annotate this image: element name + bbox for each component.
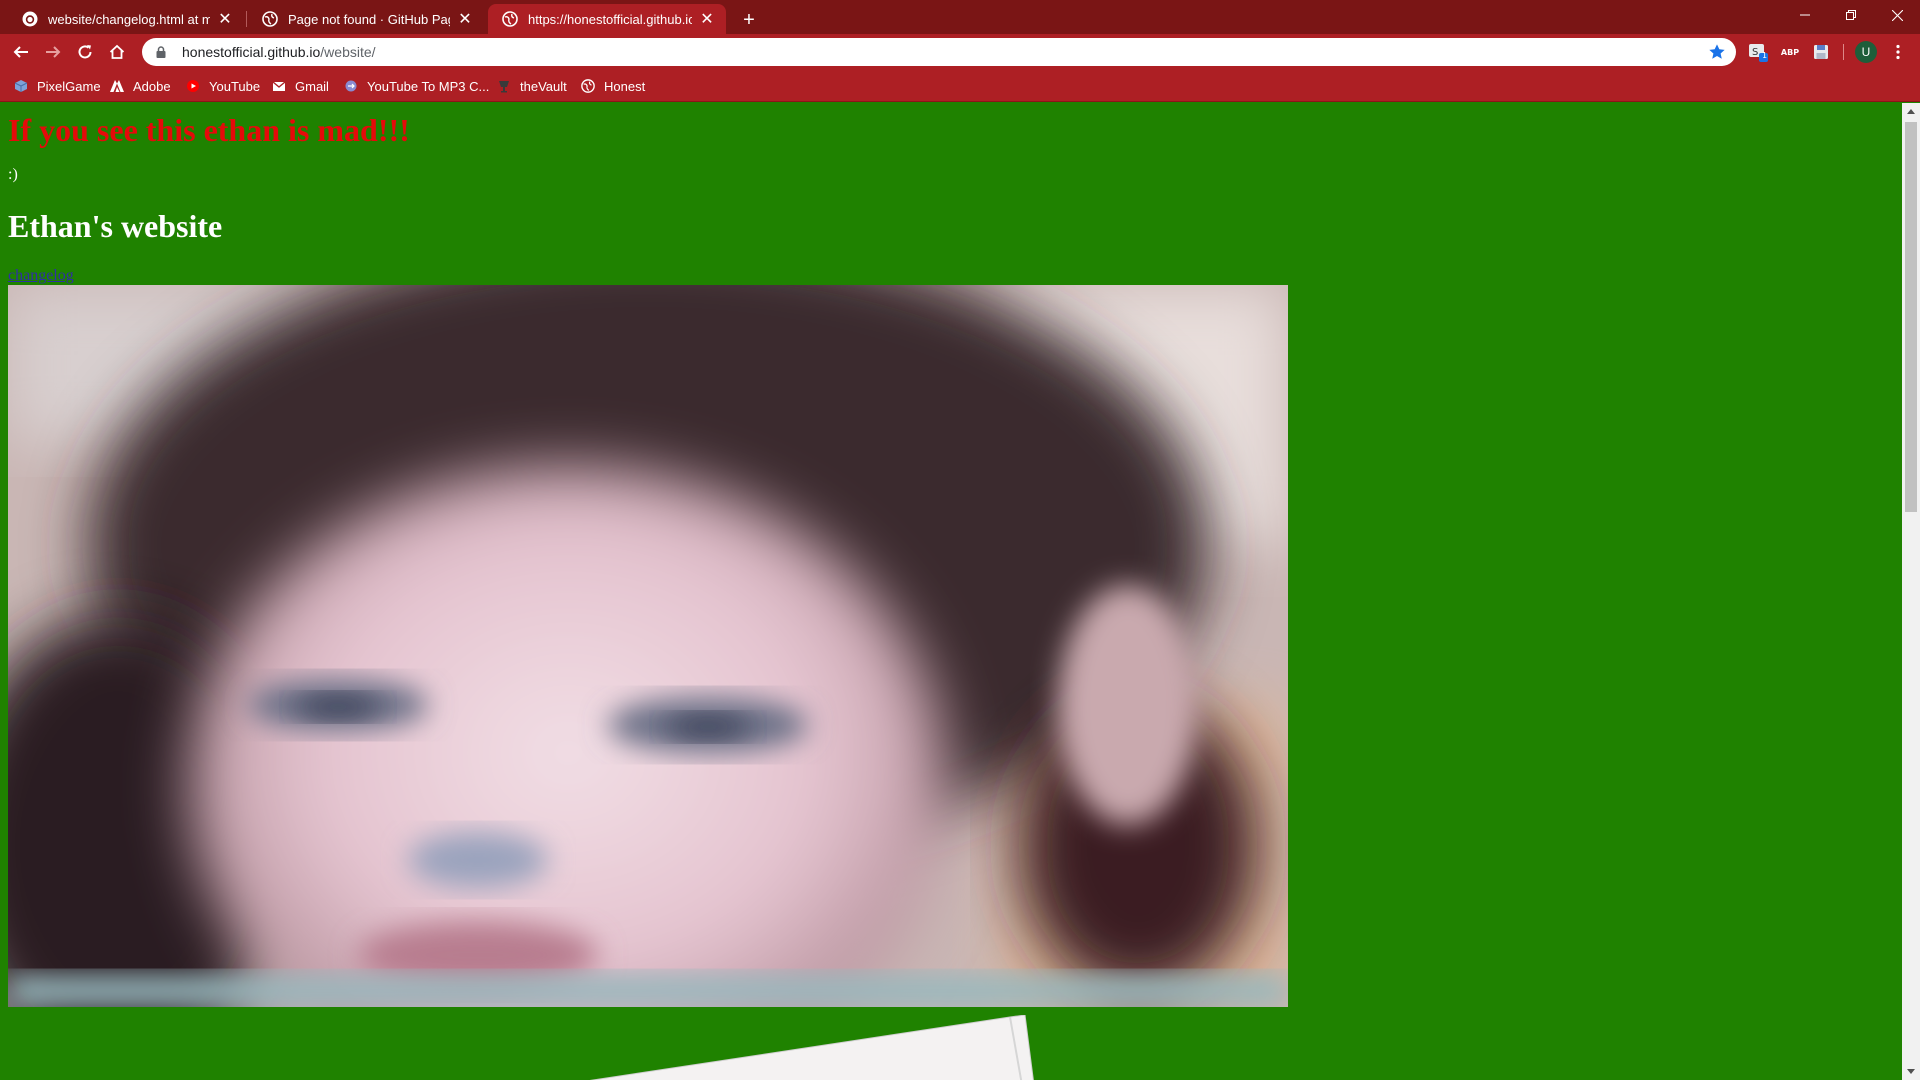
adblock-extension-button[interactable]: ABP xyxy=(1780,42,1800,62)
globe-icon xyxy=(262,11,278,27)
svg-text:S: S xyxy=(1752,47,1758,58)
caret-up-icon xyxy=(1907,109,1915,114)
bookmark-label: YouTube To MP3 C... xyxy=(367,78,490,94)
bookmark-label: Adobe xyxy=(133,78,171,94)
url-path: /website/ xyxy=(320,44,376,60)
bookmark-gmail[interactable]: Gmail xyxy=(272,77,329,95)
back-button[interactable] xyxy=(6,37,36,67)
home-icon xyxy=(109,44,125,59)
smiley-text: :) xyxy=(8,166,18,183)
globe-icon xyxy=(581,79,595,93)
bookmarks-bar: PixelGame Adobe YouTube Gmail YouTube To… xyxy=(0,70,1920,102)
close-icon[interactable]: ✕ xyxy=(216,10,234,28)
bookmark-youtube-to-mp3[interactable]: YouTube To MP3 C... xyxy=(344,77,489,95)
tab-honest-website[interactable]: https://honestofficial.github.io/w ✕ xyxy=(488,4,726,34)
github-icon xyxy=(22,11,38,27)
portrait-photo xyxy=(8,285,1288,1007)
bookmark-pixelgame[interactable]: PixelGame xyxy=(14,77,101,95)
bookmark-label: theVault xyxy=(520,78,567,94)
page-scrollbar[interactable] xyxy=(1902,103,1920,1080)
close-icon[interactable]: ✕ xyxy=(456,10,474,28)
minimize-icon xyxy=(1800,14,1810,16)
bookmark-label: PixelGame xyxy=(37,78,101,94)
gmail-icon xyxy=(272,79,286,93)
bookmark-label: Honest xyxy=(604,78,646,94)
bookmark-thevault[interactable]: theVault xyxy=(497,77,567,95)
tab-strip: website/changelog.html at maste ✕ Page n… xyxy=(0,0,1920,34)
youtube-icon xyxy=(186,79,200,93)
toolbar-divider xyxy=(1843,44,1844,60)
adobe-icon xyxy=(110,79,124,93)
scroll-thumb[interactable] xyxy=(1905,122,1917,512)
caret-down-icon xyxy=(1907,1069,1915,1074)
close-icon xyxy=(1891,9,1903,21)
extension-sync-icon[interactable]: S 1 xyxy=(1748,42,1768,62)
alert-heading: If you see this ethan is mad!!! xyxy=(8,112,410,148)
reload-icon xyxy=(78,45,92,59)
bookmark-adobe[interactable]: Adobe xyxy=(110,77,171,95)
adblock-icon: ABP xyxy=(1780,47,1800,57)
url-text: honestofficial.github.io/website/ xyxy=(182,44,376,60)
tab-page-not-found[interactable]: Page not found · GitHub Pages ✕ xyxy=(248,4,484,34)
profile-avatar[interactable]: U xyxy=(1855,41,1877,63)
scroll-up-button[interactable] xyxy=(1902,103,1920,120)
tab-title: https://honestofficial.github.io/w xyxy=(528,11,692,27)
paper-image xyxy=(560,1014,1040,1080)
vault-icon xyxy=(497,79,511,93)
bookmark-label: Gmail xyxy=(295,78,329,94)
close-window-button[interactable] xyxy=(1874,0,1920,30)
minimize-button[interactable] xyxy=(1782,0,1828,30)
bookmark-honest[interactable]: Honest xyxy=(581,77,645,95)
new-tab-button[interactable]: + xyxy=(735,6,763,34)
globe-icon xyxy=(502,11,518,27)
tab-title: website/changelog.html at maste xyxy=(48,11,210,27)
bookmark-youtube[interactable]: YouTube xyxy=(186,77,260,95)
browser-toolbar: honestofficial.github.io/website/ S 1 AB… xyxy=(0,34,1920,70)
address-bar[interactable]: honestofficial.github.io/website/ xyxy=(142,38,1736,66)
tab-separator xyxy=(246,11,247,27)
more-vertical-icon xyxy=(1896,44,1900,60)
arrow-left-icon xyxy=(13,46,28,58)
restore-icon xyxy=(1846,10,1856,20)
home-button[interactable] xyxy=(102,37,132,67)
forward-button[interactable] xyxy=(38,37,68,67)
arrow-right-icon xyxy=(46,46,61,58)
cube-icon xyxy=(14,79,28,93)
converter-icon xyxy=(344,79,358,93)
reload-button[interactable] xyxy=(70,37,100,67)
save-extension-icon[interactable] xyxy=(1811,42,1831,62)
scroll-down-button[interactable] xyxy=(1902,1063,1920,1080)
page-content: If you see this ethan is mad!!! :) Ethan… xyxy=(0,103,1902,1080)
bookmark-label: YouTube xyxy=(209,78,261,94)
changelog-link[interactable]: changelog xyxy=(8,267,74,285)
site-title: Ethan's website xyxy=(8,208,223,244)
lock-icon xyxy=(154,45,168,59)
tab-title: Page not found · GitHub Pages xyxy=(288,11,450,27)
close-icon[interactable]: ✕ xyxy=(698,10,716,28)
menu-button[interactable] xyxy=(1888,42,1908,62)
restore-button[interactable] xyxy=(1828,0,1874,30)
url-host: honestofficial.github.io xyxy=(182,44,321,60)
tab-changelog[interactable]: website/changelog.html at maste ✕ xyxy=(8,4,244,34)
extension-badge: 1 xyxy=(1762,51,1768,60)
bookmark-star-icon[interactable] xyxy=(1708,43,1726,61)
